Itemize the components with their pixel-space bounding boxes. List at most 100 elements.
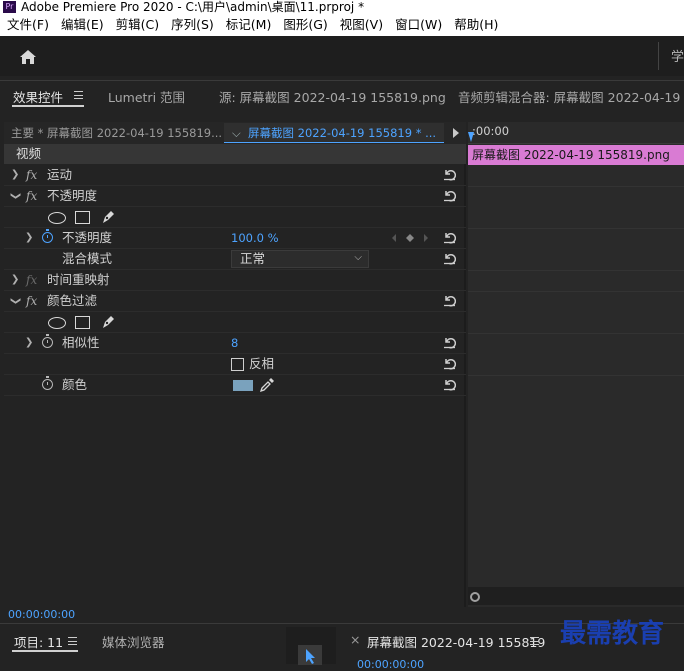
collapse-arrow-icon[interactable]: ❯ bbox=[5, 192, 25, 200]
effect-row-opacity[interactable]: ❯ fx 不透明度 bbox=[4, 186, 466, 207]
reset-icon[interactable] bbox=[443, 252, 456, 265]
tab-effect-controls[interactable]: 效果控件 bbox=[13, 87, 63, 106]
stopwatch-icon[interactable] bbox=[42, 229, 53, 243]
reset-icon[interactable] bbox=[443, 336, 456, 349]
expand-arrow-icon[interactable]: ❯ bbox=[25, 333, 33, 353]
menu-help[interactable]: 帮助(H) bbox=[448, 14, 504, 36]
reset-icon[interactable] bbox=[443, 231, 456, 244]
add-keyframe-icon[interactable] bbox=[406, 234, 414, 242]
show-timeline-toggle-icon[interactable] bbox=[453, 128, 459, 138]
current-timecode[interactable]: 00:00:00:00 bbox=[8, 608, 75, 621]
menu-clip[interactable]: 剪辑(C) bbox=[110, 14, 165, 36]
master-clip-label[interactable]: 主要 * 屏幕截图 2022-04-19 155819... bbox=[11, 122, 222, 144]
opacity-mask-tools bbox=[4, 207, 466, 228]
tab-source[interactable]: 源: 屏幕截图 2022-04-19 155819.png bbox=[219, 87, 446, 106]
track-divider bbox=[468, 228, 684, 229]
menu-graphics[interactable]: 图形(G) bbox=[277, 14, 333, 36]
menu-sequence[interactable]: 序列(S) bbox=[165, 14, 220, 36]
property-row-opacity[interactable]: ❯ 不透明度 100.0 % bbox=[4, 228, 466, 249]
header-bar: 学 bbox=[0, 36, 684, 76]
effect-row-time-remapping[interactable]: ❯ fx 时间重映射 bbox=[4, 270, 466, 291]
effect-row-motion[interactable]: ❯ fx 运动 bbox=[4, 165, 466, 186]
eyedropper-icon[interactable] bbox=[259, 377, 275, 393]
title-bar: Pr Adobe Premiere Pro 2020 - C:\用户\admin\… bbox=[0, 0, 684, 14]
track-divider bbox=[468, 186, 684, 187]
pen-mask-icon[interactable] bbox=[100, 314, 116, 330]
track-divider bbox=[468, 270, 684, 271]
tab-audio-clip-mixer[interactable]: 音频剪辑混合器: 屏幕截图 2022-04-19 bbox=[458, 87, 680, 106]
reset-icon[interactable] bbox=[443, 189, 456, 202]
effect-name: 运动 bbox=[47, 167, 73, 182]
stopwatch-icon[interactable] bbox=[42, 334, 53, 348]
timeline-zoom-scroll[interactable] bbox=[468, 587, 684, 605]
prev-keyframe-icon[interactable] bbox=[392, 234, 396, 242]
property-row-color: 颜色 bbox=[4, 375, 466, 396]
menu-bar: 文件(F) 编辑(E) 剪辑(C) 序列(S) 标记(M) 图形(G) 视图(V) 窗口(W)… bbox=[0, 14, 684, 36]
panel-tabs: 效果控件 Lumetri 范围 源: 屏幕截图 2022-04-19 15581… bbox=[0, 81, 684, 111]
workspace-tab-learning[interactable]: 学 bbox=[671, 46, 684, 65]
reset-icon[interactable] bbox=[443, 168, 456, 181]
similarity-value[interactable]: 8 bbox=[231, 333, 238, 353]
fx-toggle-icon[interactable]: fx bbox=[26, 291, 37, 311]
invert-label: 反相 bbox=[249, 356, 275, 371]
selection-tool-button[interactable] bbox=[298, 645, 322, 665]
selection-arrow-icon bbox=[306, 649, 315, 664]
tab-project[interactable]: 项目: 11 bbox=[14, 632, 63, 651]
fx-toggle-icon[interactable]: fx bbox=[26, 186, 37, 206]
ellipse-mask-icon[interactable] bbox=[48, 212, 66, 224]
menu-marker[interactable]: 标记(M) bbox=[220, 14, 278, 36]
menu-window[interactable]: 窗口(W) bbox=[389, 14, 448, 36]
effect-row-color-key[interactable]: ❯ fx 颜色过滤 bbox=[4, 291, 466, 312]
panel-menu-icon[interactable] bbox=[74, 91, 83, 99]
menu-view[interactable]: 视图(V) bbox=[334, 14, 389, 36]
fx-toggle-icon[interactable]: fx bbox=[26, 165, 37, 185]
ellipse-mask-icon[interactable] bbox=[48, 317, 66, 329]
chevron-down-icon: ⌵ bbox=[354, 252, 362, 263]
timeline-clip[interactable]: 屏幕截图 2022-04-19 155819.png bbox=[468, 145, 684, 165]
expand-arrow-icon[interactable]: ❯ bbox=[11, 270, 19, 290]
effects-list: 视频 ❯ fx 运动 ❯ fx 不透明度 ❯ 不透明度 100.0 % 混合模式… bbox=[4, 144, 466, 607]
expand-arrow-icon[interactable]: ❯ bbox=[25, 228, 33, 248]
track-divider bbox=[468, 375, 684, 376]
panel-menu-icon[interactable] bbox=[68, 637, 77, 645]
clip-selector[interactable]: ⌵ 屏幕截图 2022-04-19 155819 * ... bbox=[224, 123, 444, 143]
track-divider bbox=[468, 291, 684, 292]
next-keyframe-icon[interactable] bbox=[424, 234, 428, 242]
playhead-icon[interactable] bbox=[468, 132, 474, 142]
menu-file[interactable]: 文件(F) bbox=[0, 14, 55, 36]
reset-icon[interactable] bbox=[443, 357, 456, 370]
property-label: 混合模式 bbox=[62, 251, 113, 266]
tab-sequence[interactable]: 屏幕截图 2022-04-19 155819 bbox=[367, 632, 545, 651]
tab-lumetri-scopes[interactable]: Lumetri 范围 bbox=[108, 87, 185, 106]
opacity-value[interactable]: 100.0 % bbox=[231, 228, 279, 248]
blend-mode-select[interactable]: 正常 ⌵ bbox=[231, 250, 369, 268]
ruler-time-label: :00:00 bbox=[472, 124, 510, 138]
collapse-arrow-icon[interactable]: ❯ bbox=[5, 297, 25, 305]
expand-arrow-icon[interactable]: ❯ bbox=[11, 165, 19, 185]
home-icon bbox=[20, 50, 36, 64]
reset-icon[interactable] bbox=[443, 378, 456, 391]
zoom-handle[interactable] bbox=[470, 592, 480, 602]
effect-name: 时间重映射 bbox=[47, 272, 110, 287]
watermark: 最需教育 bbox=[560, 619, 665, 649]
invert-checkbox[interactable] bbox=[231, 358, 244, 371]
tab-media-browser[interactable]: 媒体浏览器 bbox=[102, 632, 165, 651]
rectangle-mask-icon[interactable] bbox=[75, 211, 90, 224]
pen-mask-icon[interactable] bbox=[100, 209, 116, 225]
workspace-divider bbox=[658, 42, 659, 70]
panel-menu-icon[interactable] bbox=[530, 637, 539, 645]
stopwatch-icon[interactable] bbox=[42, 376, 53, 390]
time-ruler[interactable]: :00:00 bbox=[468, 122, 684, 144]
menu-edit[interactable]: 编辑(E) bbox=[55, 14, 110, 36]
sequence-timecode[interactable]: 00:00:00:00 bbox=[357, 658, 424, 671]
reset-icon[interactable] bbox=[443, 294, 456, 307]
home-button[interactable] bbox=[12, 45, 44, 69]
rectangle-mask-icon[interactable] bbox=[75, 316, 90, 329]
property-row-similarity[interactable]: ❯ 相似性 8 bbox=[4, 333, 466, 354]
property-row-blend-mode: 混合模式 正常 ⌵ bbox=[4, 249, 466, 270]
close-sequence-icon[interactable]: × bbox=[350, 632, 360, 647]
video-section-header: 视频 bbox=[4, 144, 466, 164]
color-swatch[interactable] bbox=[233, 380, 253, 391]
keyframe-navigator bbox=[390, 228, 430, 248]
effect-name: 颜色过滤 bbox=[47, 293, 98, 308]
